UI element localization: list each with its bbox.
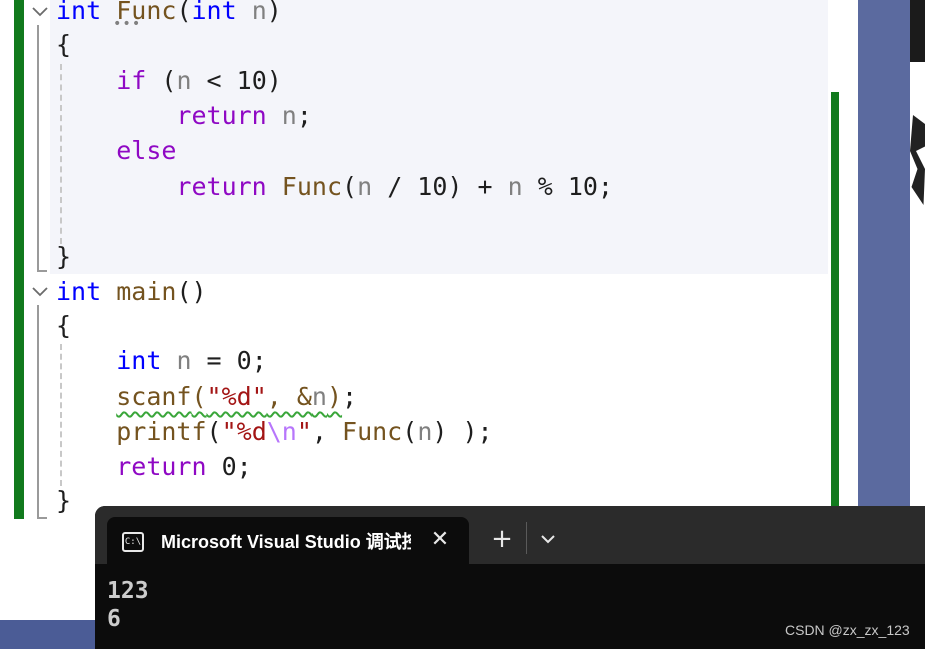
code-token: n xyxy=(417,417,433,446)
code-line[interactable]: } xyxy=(56,240,71,274)
code-token: return xyxy=(176,101,267,130)
code-token: n xyxy=(281,101,297,130)
code-token: ( xyxy=(402,417,418,446)
terminal-tab-bar: C:\ Microsoft Visual Studio 调试控制台 ✕ + xyxy=(95,506,925,565)
code-token: ) xyxy=(266,0,282,25)
code-line[interactable]: printf("%d\n", Func(n) ); xyxy=(56,415,493,449)
code-token: " xyxy=(296,417,312,446)
close-icon[interactable]: ✕ xyxy=(427,527,453,553)
code-token: % 10; xyxy=(522,172,613,201)
code-token: 0; xyxy=(206,452,252,481)
code-token: if xyxy=(116,66,147,95)
code-token: n xyxy=(176,346,192,375)
code-line[interactable]: else xyxy=(56,134,176,168)
code-token: Func xyxy=(281,172,343,201)
code-token: } xyxy=(56,486,72,515)
terminal-output-line: 6 xyxy=(107,606,121,632)
chevron-down-icon[interactable] xyxy=(30,2,50,22)
watermark-text: CSDN @zx_zx_123 xyxy=(785,622,910,638)
code-line[interactable]: { xyxy=(56,28,71,62)
code-line[interactable]: return Func(n / 10) + n % 10; xyxy=(56,170,613,204)
code-token: n xyxy=(251,0,267,25)
code-line[interactable]: scanf("%d", &n); xyxy=(56,380,357,414)
code-token-with-warning: scanf("%d", &n) xyxy=(116,382,343,411)
code-token: ; xyxy=(296,101,312,130)
scrollbar-change-marker xyxy=(831,92,839,507)
code-token: Func xyxy=(116,0,177,25)
code-token: { xyxy=(56,311,72,340)
code-token: / 10) + xyxy=(372,172,508,201)
change-indicator-bar xyxy=(14,0,24,519)
code-token: ( xyxy=(342,172,358,201)
chevron-down-icon[interactable] xyxy=(30,282,50,302)
console-app-icon: C:\ xyxy=(122,532,144,552)
code-line[interactable]: return n; xyxy=(56,99,312,133)
code-line[interactable]: int n = 0; xyxy=(56,344,267,378)
code-token: n xyxy=(357,172,373,201)
terminal-tab-title: Microsoft Visual Studio 调试控制台 xyxy=(161,532,411,552)
terminal-output-line: 123 xyxy=(107,578,149,604)
taskbar-strip xyxy=(0,620,95,649)
code-token: int xyxy=(191,0,237,25)
code-token: ) ); xyxy=(432,417,493,446)
code-token: < 10) xyxy=(191,66,282,95)
code-token: ( xyxy=(146,66,177,95)
terminal-tab[interactable]: C:\ Microsoft Visual Studio 调试控制台 ✕ xyxy=(107,517,469,565)
code-token: int xyxy=(56,0,102,25)
tab-separator xyxy=(526,522,527,554)
code-token: } xyxy=(56,242,72,271)
code-line[interactable]: } xyxy=(56,484,71,518)
code-token: ; xyxy=(342,382,358,411)
fold-guide-end xyxy=(37,270,47,272)
code-line[interactable]: int main() xyxy=(56,275,207,309)
code-line[interactable]: if (n < 10) xyxy=(56,64,282,98)
code-token: \n xyxy=(266,417,297,446)
code-token: n xyxy=(507,172,523,201)
fold-guide-end xyxy=(37,517,47,519)
code-token: = 0; xyxy=(191,346,267,375)
code-token: ( xyxy=(206,417,222,446)
code-token: int xyxy=(116,346,162,375)
code-line[interactable]: return 0; xyxy=(56,450,252,484)
background-glyph xyxy=(910,115,925,205)
code-token: printf xyxy=(116,417,207,446)
fold-guide-line xyxy=(37,25,39,271)
plus-icon[interactable]: + xyxy=(489,526,515,552)
code-token: int xyxy=(56,277,102,306)
code-token: ( xyxy=(176,0,192,25)
code-token: "%d xyxy=(221,417,267,446)
background-window-bar xyxy=(910,0,925,62)
code-token: return xyxy=(176,172,267,201)
code-line[interactable]: { xyxy=(56,309,71,343)
code-token: else xyxy=(116,136,177,165)
code-token: n xyxy=(176,66,192,95)
fold-guide-line xyxy=(37,305,39,519)
code-token: , xyxy=(311,417,343,446)
code-token: Func xyxy=(342,417,403,446)
code-token: () xyxy=(176,277,207,306)
code-token: main xyxy=(116,277,177,306)
code-token: return xyxy=(116,452,207,481)
code-token: { xyxy=(56,30,72,59)
chevron-down-icon[interactable] xyxy=(535,526,561,552)
code-line[interactable]: int Func(int n) xyxy=(56,0,282,28)
